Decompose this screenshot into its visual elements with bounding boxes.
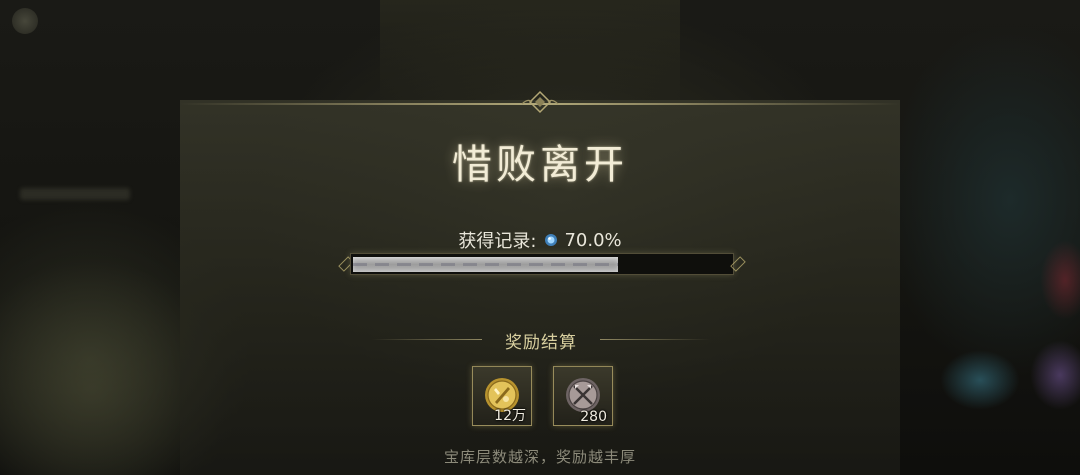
dialog-title: 惜败离开 (452, 142, 628, 188)
record-row: 获得记录: 70.0% (350, 228, 730, 253)
background-menu-icon (12, 8, 38, 34)
record-progress-fill (353, 257, 618, 272)
section-divider-right (600, 339, 710, 340)
background-blurred-text (20, 188, 130, 200)
reward-item-silver[interactable]: 280 (553, 366, 613, 426)
gem-icon (545, 234, 558, 246)
record-label: 获得记录: (458, 231, 537, 252)
game-scene-background: 惜败离开 获得记录: 70.0% 奖励结算 12万 280 宝库层数越深，奖励越… (0, 0, 1080, 475)
reward-count: 12万 (494, 408, 526, 424)
progress-texture (353, 263, 618, 266)
background-pillar (380, 0, 680, 100)
ornament-icon (521, 90, 559, 114)
reward-count: 280 (580, 409, 607, 425)
record-value: 70.0% (564, 229, 622, 251)
section-divider-left (372, 339, 482, 340)
background-glow-red (1040, 240, 1080, 320)
record-progress-bar (350, 253, 734, 275)
reward-item-gold[interactable]: 12万 (472, 366, 532, 426)
reward-section-title: 奖励结算 (505, 333, 577, 353)
footer-hint: 宝库层数越深，奖励越丰厚 (443, 448, 636, 466)
background-glow-blue (940, 350, 1020, 410)
background-glow-purple (1030, 340, 1080, 410)
